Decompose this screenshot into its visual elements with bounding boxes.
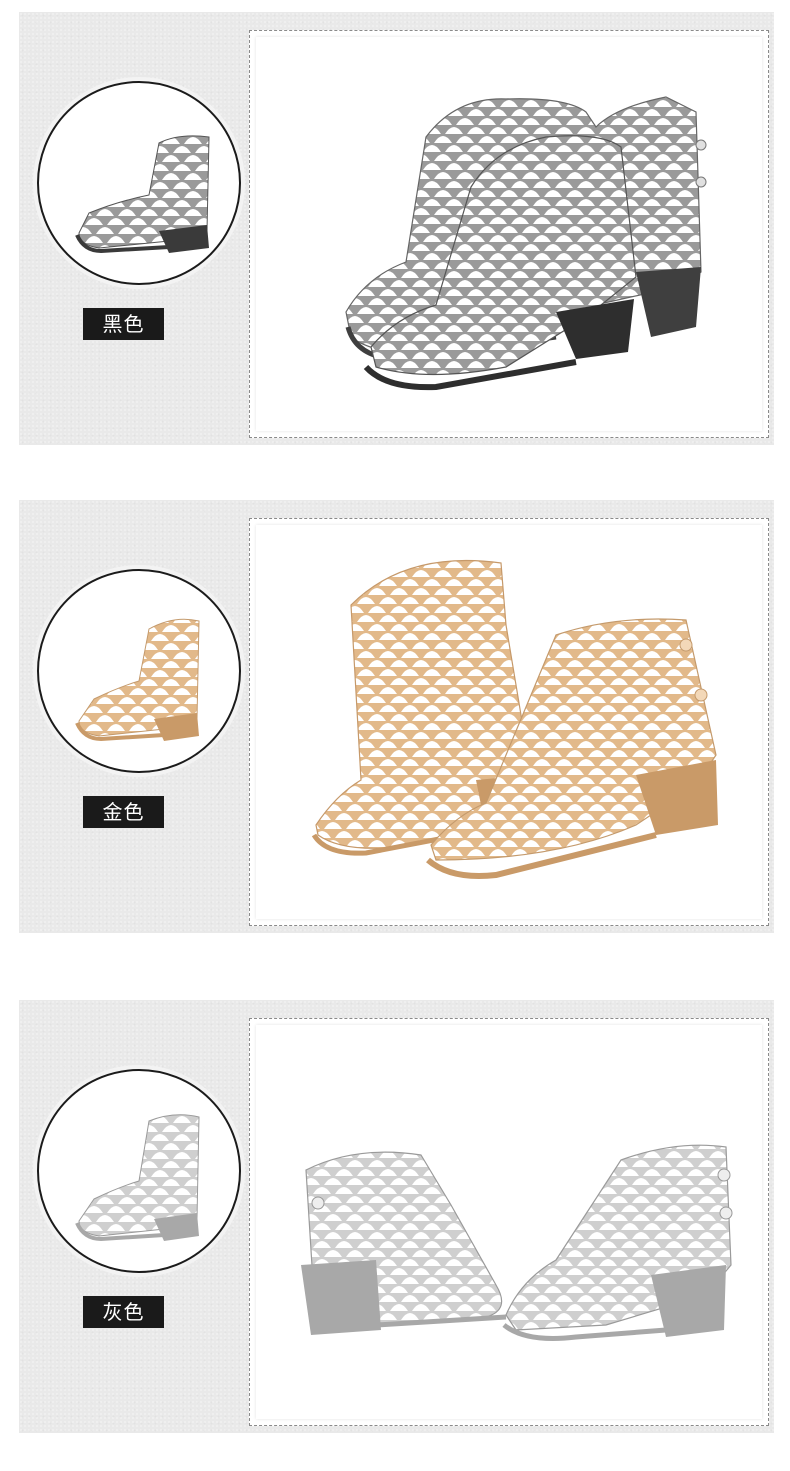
sandal-thumbnail-icon — [75, 618, 200, 742]
thumbnail-ring — [33, 565, 245, 777]
thumbnail-gold[interactable] — [37, 569, 241, 773]
product-photo-frame — [249, 1018, 769, 1426]
color-label: 金色 — [83, 796, 164, 828]
color-label: 灰色 — [83, 1296, 164, 1328]
product-photo-black[interactable] — [256, 37, 762, 431]
sandal-pair-icon — [301, 1144, 733, 1341]
product-photo-frame — [249, 30, 769, 438]
sandal-pair-icon — [345, 96, 707, 391]
thumbnail-ring — [33, 1065, 245, 1277]
thumbnail-ring — [33, 77, 245, 289]
sandal-thumbnail-icon — [75, 135, 210, 254]
color-label: 黑色 — [83, 308, 164, 340]
product-photo-frame — [249, 518, 769, 926]
variant-panel-gold: 金色 — [19, 500, 774, 933]
thumbnail-grey[interactable] — [37, 1069, 241, 1273]
sandal-thumbnail-icon — [75, 1114, 200, 1242]
sandal-pair-icon — [311, 560, 718, 879]
product-photo-gold[interactable] — [256, 525, 762, 919]
variant-panel-grey: 灰色 — [19, 1000, 774, 1433]
thumbnail-black[interactable] — [37, 81, 241, 285]
product-photo-grey[interactable] — [256, 1025, 762, 1419]
variant-panel-black: 黑色 — [19, 12, 774, 445]
